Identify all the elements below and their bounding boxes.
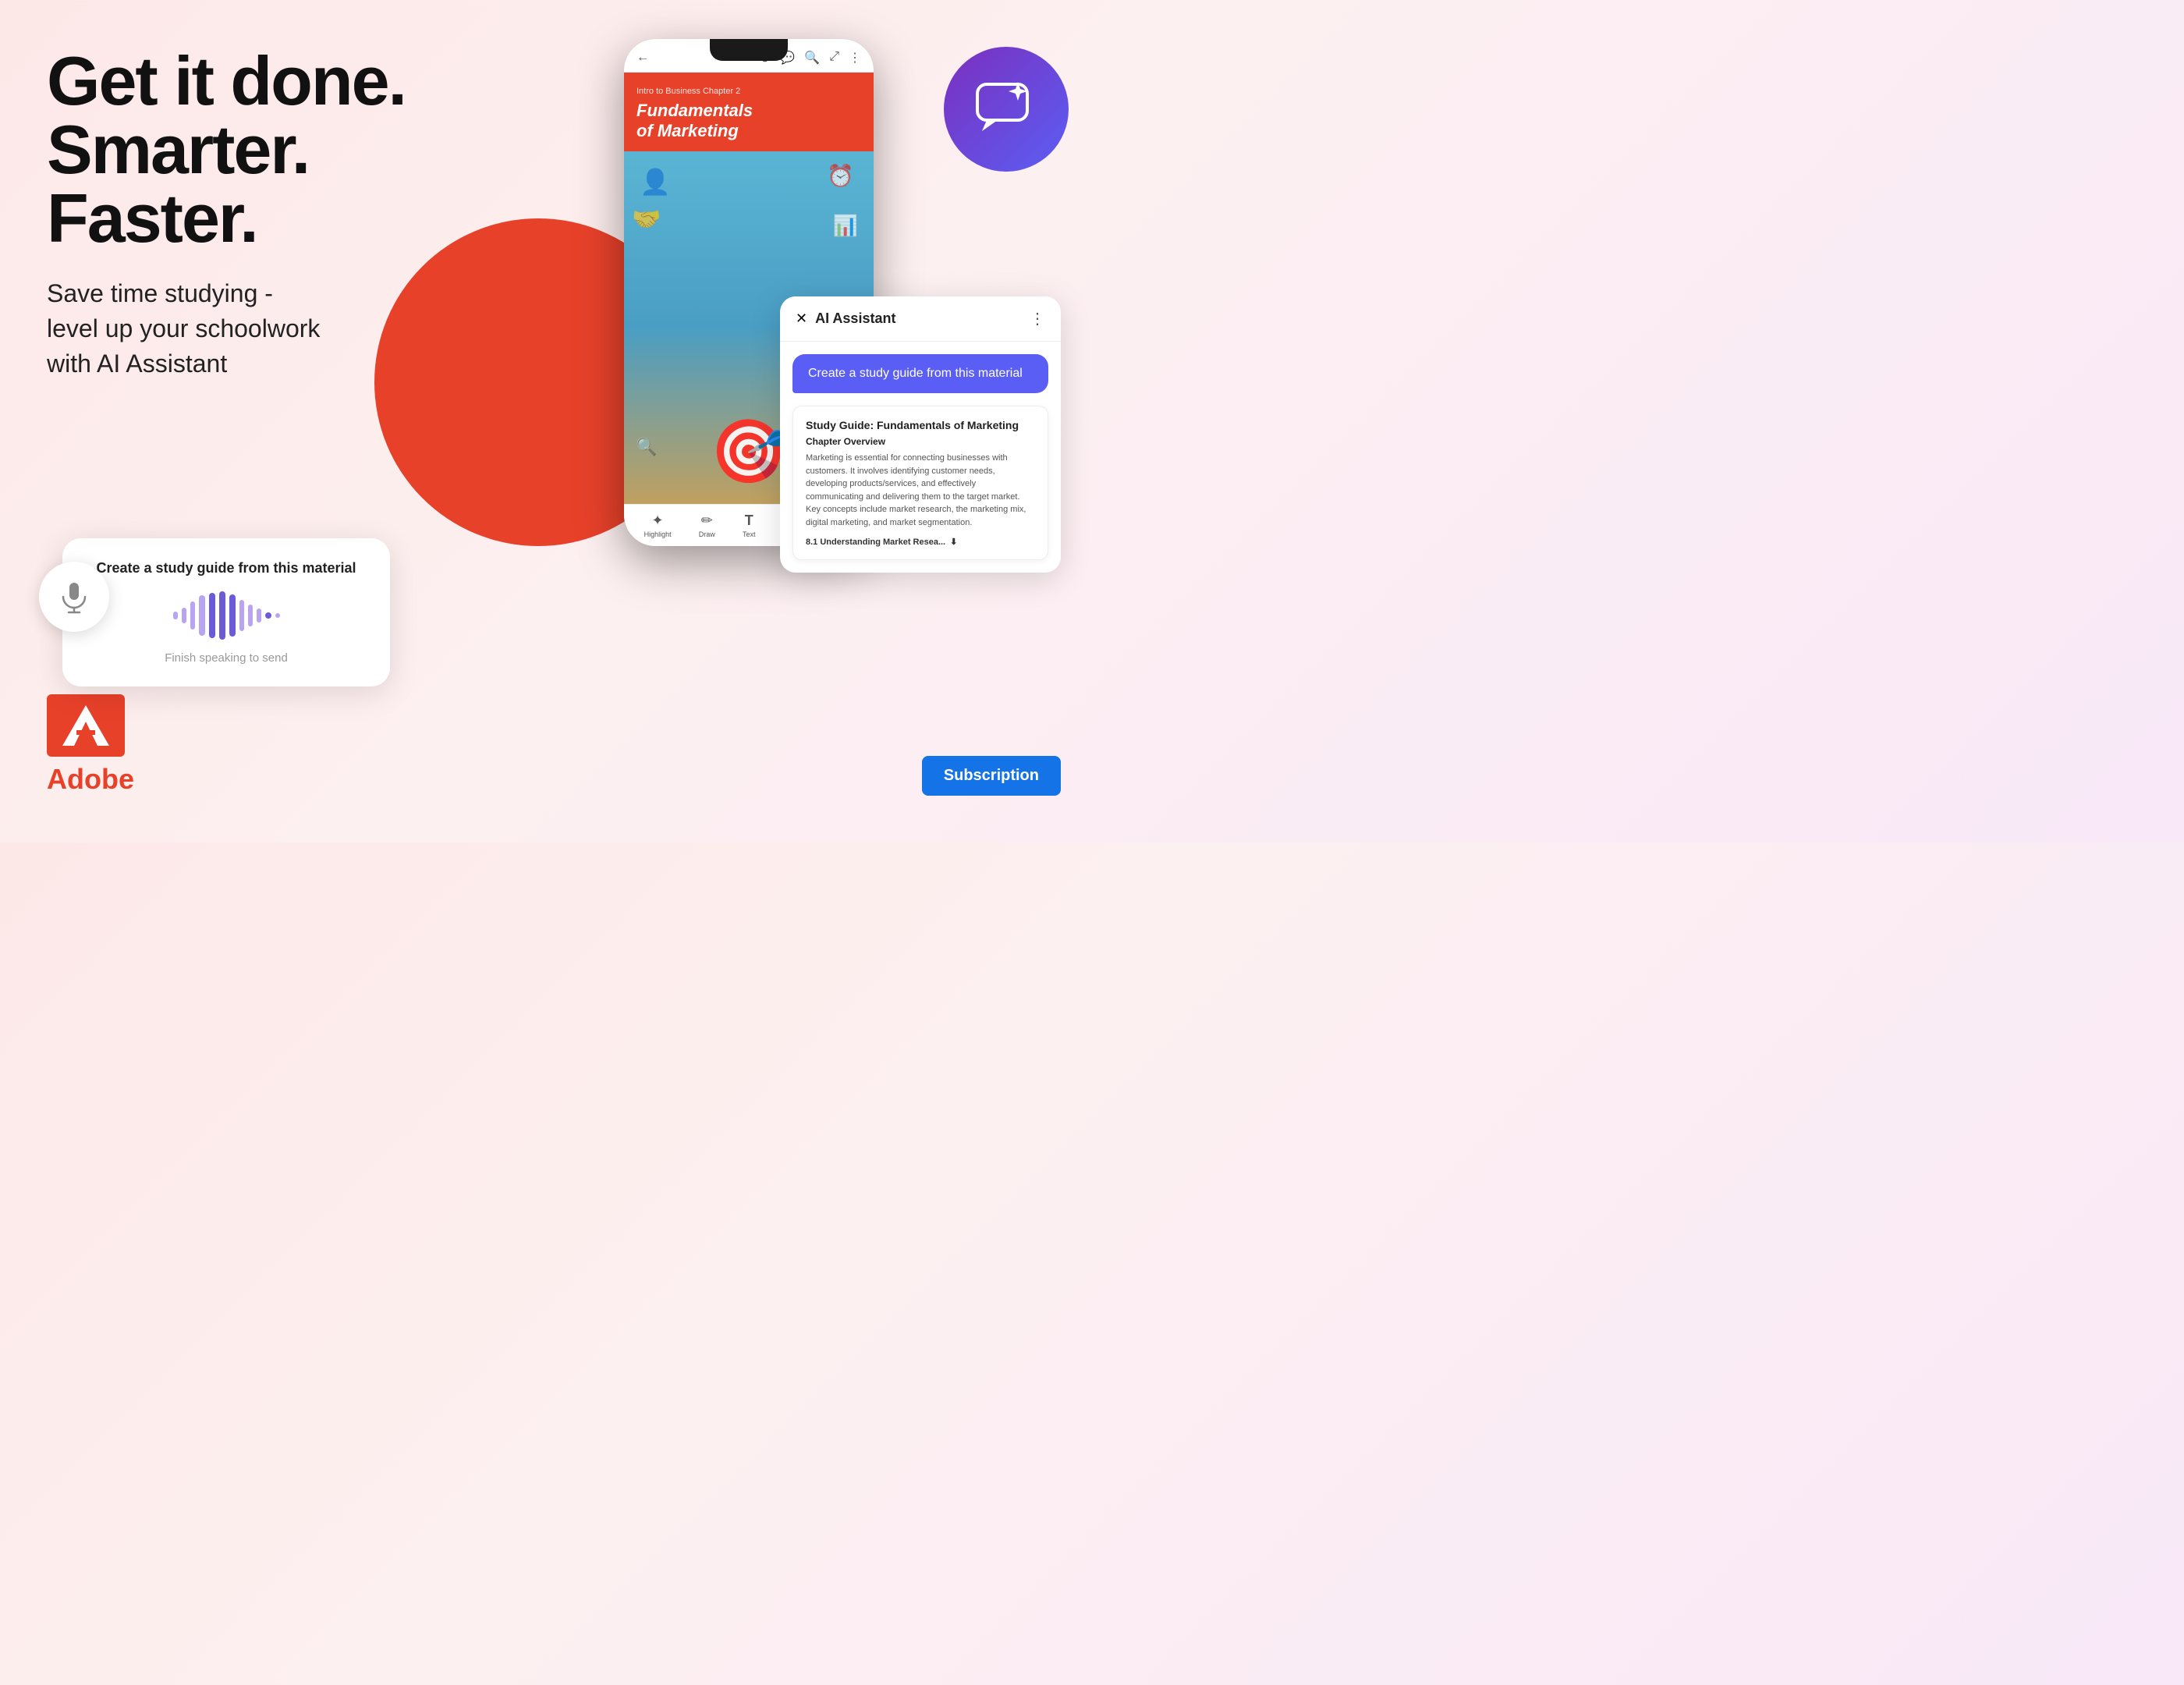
phone-notch: [710, 39, 788, 61]
more-icon[interactable]: ⋮: [849, 50, 861, 66]
ai-panel-header: ✕ AI Assistant ⋮: [780, 296, 1061, 342]
share-icon[interactable]: ⤢: [829, 50, 839, 66]
draw-label: Draw: [699, 530, 715, 538]
ai-panel-controls: ⋮: [1030, 309, 1045, 328]
highlight-label: Highlight: [644, 530, 672, 538]
adobe-logo-icon: [47, 694, 125, 757]
ai-panel-title: AI Assistant: [815, 310, 895, 327]
search-icon[interactable]: 🔍: [804, 50, 820, 66]
ai-response-section: Chapter Overview: [806, 436, 1035, 447]
ai-response-title: Study Guide: Fundamentals of Marketing: [806, 419, 1035, 431]
businessman-icon: 👤: [640, 167, 671, 197]
adobe-label: Adobe: [47, 763, 134, 796]
text-label: Text: [743, 530, 756, 538]
ai-chat-sparkle-icon: [971, 78, 1041, 140]
chart-icon: 📊: [833, 214, 858, 238]
voice-card-title: Create a study guide from this material: [87, 560, 365, 576]
left-content: Get it done. Smarter. Faster. Save time …: [47, 47, 499, 427]
handshake-icon: 🤝: [632, 206, 661, 233]
ai-response-body: Marketing is essential for connecting bu…: [806, 452, 1035, 529]
close-icon[interactable]: ✕: [796, 310, 807, 327]
back-icon[interactable]: ←: [636, 51, 649, 65]
search-small-icon: 🔍: [636, 437, 657, 457]
subscription-button[interactable]: Subscription: [922, 756, 1061, 796]
ai-chat-text: Create a study guide from this material: [808, 367, 1023, 380]
subscription-label: Subscription: [944, 767, 1039, 784]
highlight-tool[interactable]: ✦ Highlight: [644, 513, 672, 538]
text-icon: T: [745, 513, 753, 529]
download-icon: ⬇: [950, 537, 957, 547]
waveform: [87, 592, 365, 639]
ai-chat-bubble: Create a study guide from this material: [792, 354, 1048, 393]
main-headline: Get it done. Smarter. Faster.: [47, 47, 499, 253]
mic-button[interactable]: [39, 562, 109, 632]
draw-icon: ✏: [701, 513, 713, 529]
book-title: Fundamentals of Marketing: [636, 101, 861, 142]
voice-card: Create a study guide from this material …: [62, 538, 390, 686]
clock-icon: ⏰: [827, 163, 854, 189]
headline-line2: Smarter. Faster.: [47, 111, 309, 257]
headline-line1: Get it done.: [47, 42, 406, 119]
ai-badge-circle: [944, 47, 1069, 172]
ai-more-icon[interactable]: ⋮: [1030, 309, 1045, 328]
draw-tool[interactable]: ✏ Draw: [699, 513, 715, 538]
mic-icon: [57, 580, 91, 614]
highlight-icon: ✦: [652, 513, 664, 529]
ai-response-link-text: 8.1 Understanding Market Resea...: [806, 537, 945, 547]
voice-hint: Finish speaking to send: [87, 651, 365, 665]
text-tool[interactable]: T Text: [743, 513, 756, 538]
target-icon: 🎯: [710, 415, 788, 488]
adobe-logo: Adobe: [47, 694, 134, 796]
book-subtitle: Intro to Business Chapter 2: [636, 87, 861, 96]
book-cover: Intro to Business Chapter 2 Fundamentals…: [624, 73, 874, 151]
ai-response-card: Study Guide: Fundamentals of Marketing C…: [792, 406, 1048, 560]
subtitle-text: Save time studying - level up your schoo…: [47, 276, 499, 381]
ai-panel: ✕ AI Assistant ⋮ Create a study guide fr…: [780, 296, 1061, 573]
ai-response-link[interactable]: 8.1 Understanding Market Resea... ⬇: [806, 537, 1035, 547]
